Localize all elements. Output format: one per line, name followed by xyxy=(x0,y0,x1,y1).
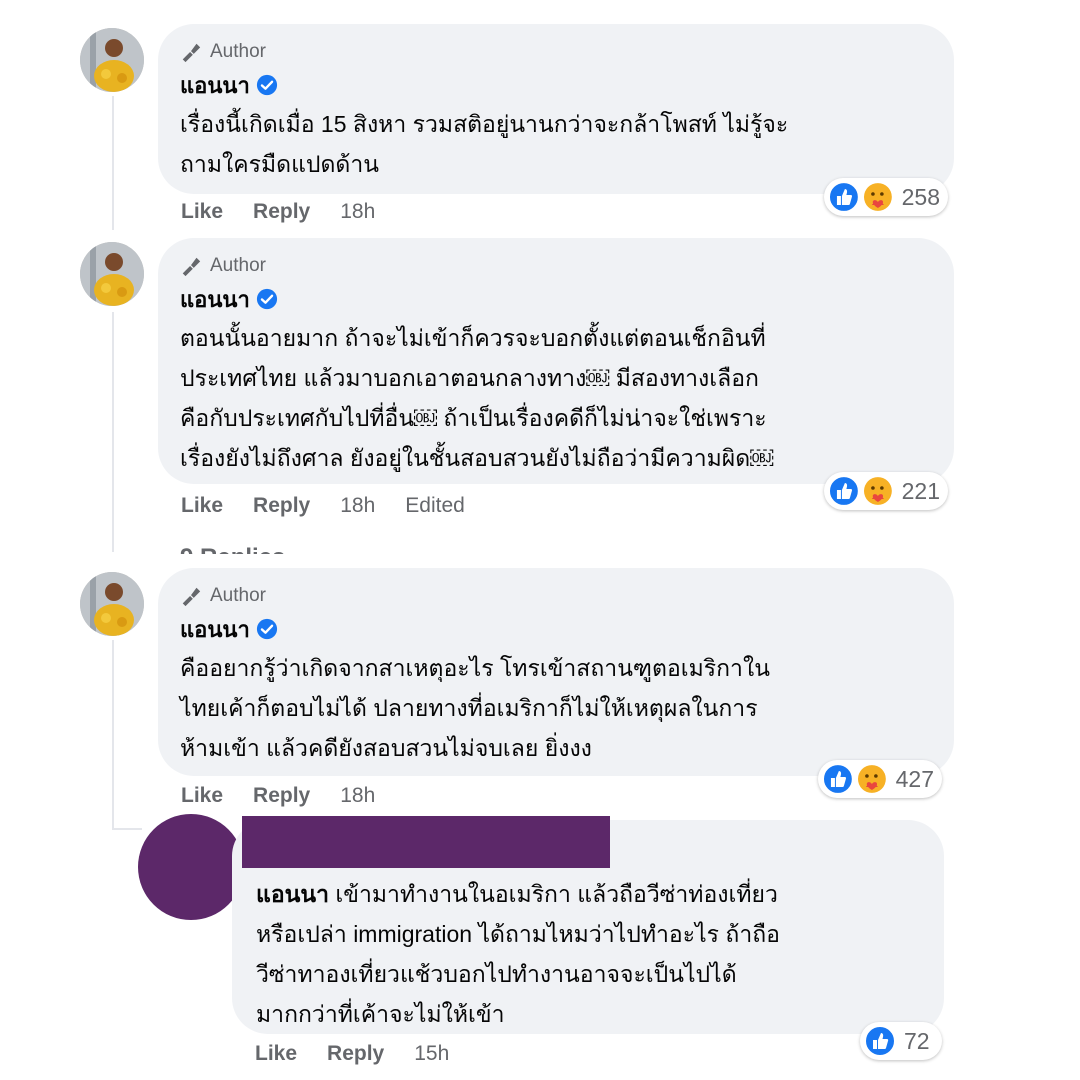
reply-text: แอนนา เข้ามาทำงานในอเมริกา แล้วถือวีซ่าท… xyxy=(256,874,920,1034)
comment-timestamp[interactable]: 18h xyxy=(340,200,375,224)
like-reaction-icon xyxy=(828,181,860,213)
comment-bubble: Author แอนนา ตอนนั้นอายมาก ถ้าจะไม่เข้าก… xyxy=(158,238,954,484)
care-reaction-icon xyxy=(863,477,892,505)
comment-bubble: Author แอนนา คืออยากรู้ว่าเกิดจากสาเหตุอ… xyxy=(158,568,954,776)
author-badge-label: Author xyxy=(210,255,266,276)
reaction-summary[interactable]: 427 xyxy=(818,760,942,798)
reaction-summary[interactable]: 72 xyxy=(860,1022,942,1060)
author-badge-label: Author xyxy=(210,41,266,62)
mention-name[interactable]: แอนนา xyxy=(256,881,329,907)
comment-text: เรื่องนี้เกิดเมื่อ 15 สิงหา รวมสติอยู่นา… xyxy=(180,111,789,177)
commenter-name-label[interactable]: แอนนา xyxy=(180,68,250,103)
reaction-count: 221 xyxy=(901,477,940,504)
author-badge: Author xyxy=(180,584,932,608)
reply-actions: Like Reply 15h xyxy=(255,1042,449,1066)
thread-line xyxy=(112,640,114,830)
verified-badge-icon xyxy=(256,288,277,310)
like-button[interactable]: Like xyxy=(255,1042,297,1066)
like-reaction-icon xyxy=(828,475,860,507)
thread-line xyxy=(112,312,114,552)
avatar[interactable] xyxy=(80,572,144,636)
comment-actions: Like Reply 18h xyxy=(181,200,375,224)
megaphone-icon xyxy=(182,43,201,63)
thread-line xyxy=(112,96,114,230)
comment-actions: Like Reply 18h Edited xyxy=(181,494,465,518)
like-reaction-icon xyxy=(822,763,854,795)
profile-photo-icon xyxy=(80,572,144,636)
commenter-name-label[interactable]: แอนนา xyxy=(180,282,250,317)
reply-button[interactable]: Reply xyxy=(253,200,310,224)
comment-timestamp[interactable]: 18h xyxy=(340,494,375,518)
comment-text: คืออยากรู้ว่าเกิดจากสาเหตุอะไร โทรเข้าสถ… xyxy=(180,655,770,761)
megaphone-icon xyxy=(182,587,201,607)
comment-timestamp[interactable]: 15h xyxy=(414,1042,449,1066)
like-button[interactable]: Like xyxy=(181,494,223,518)
redacted-name-bar xyxy=(242,816,610,868)
verified-badge-icon xyxy=(256,618,277,640)
commenter-name-label[interactable]: แอนนา xyxy=(180,612,250,647)
view-replies-link[interactable]: 9 Replies xyxy=(180,540,285,554)
redacted-avatar[interactable] xyxy=(138,814,244,920)
comment-bubble: Author แอนนา เรื่องนี้เกิดเมื่อ 15 สิงหา… xyxy=(158,24,954,194)
comment-timestamp[interactable]: 18h xyxy=(340,784,375,808)
reply-button[interactable]: Reply xyxy=(327,1042,384,1066)
view-replies-label[interactable]: 9 Replies xyxy=(180,544,285,554)
profile-photo-icon xyxy=(80,242,144,306)
reaction-summary[interactable]: 221 xyxy=(824,472,948,510)
thread-connector xyxy=(112,828,142,830)
commenter-name[interactable]: แอนนา xyxy=(180,284,932,314)
commenter-name[interactable]: แอนนา xyxy=(180,614,932,644)
reaction-count: 72 xyxy=(904,1027,930,1054)
reply-button[interactable]: Reply xyxy=(253,784,310,808)
reply-button[interactable]: Reply xyxy=(253,494,310,518)
reply-text-body: เข้ามาทำงานในอเมริกา แล้วถือวีซ่าท่องเที… xyxy=(256,881,780,1027)
profile-photo-icon xyxy=(80,28,144,92)
like-button[interactable]: Like xyxy=(181,200,223,224)
avatar[interactable] xyxy=(80,28,144,92)
care-reaction-icon xyxy=(857,765,886,793)
reaction-count: 258 xyxy=(901,183,940,210)
commenter-name[interactable]: แอนนา xyxy=(180,70,932,100)
avatar[interactable] xyxy=(80,242,144,306)
comment-text: ตอนนั้นอายมาก ถ้าจะไม่เข้าก็ควรจะบอกตั้ง… xyxy=(180,325,774,471)
edited-label: Edited xyxy=(405,494,465,517)
reaction-count: 427 xyxy=(895,765,934,792)
megaphone-icon xyxy=(182,257,201,277)
author-badge-label: Author xyxy=(210,585,266,606)
verified-badge-icon xyxy=(256,74,277,96)
like-reaction-icon xyxy=(864,1025,896,1057)
author-badge: Author xyxy=(180,254,932,278)
reaction-summary[interactable]: 258 xyxy=(824,178,948,216)
author-badge: Author xyxy=(180,40,932,64)
comment-actions: Like Reply 18h xyxy=(181,784,375,808)
care-reaction-icon xyxy=(863,183,892,211)
like-button[interactable]: Like xyxy=(181,784,223,808)
